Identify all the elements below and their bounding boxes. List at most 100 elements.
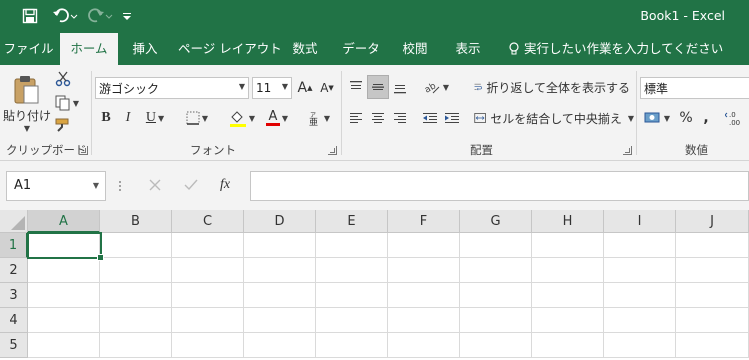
grow-font-button[interactable]: A ▲ [295, 77, 315, 99]
row-header-5[interactable]: 5 [0, 333, 28, 358]
select-all-button[interactable] [0, 210, 28, 233]
cell-f2[interactable] [388, 258, 460, 283]
cell-d3[interactable] [244, 283, 316, 308]
cell-i5[interactable] [604, 333, 676, 358]
column-header-a[interactable]: A [28, 210, 100, 233]
cell-a3[interactable] [28, 283, 100, 308]
cell-f4[interactable] [388, 308, 460, 333]
decrease-indent-button[interactable] [420, 107, 440, 129]
align-right-button[interactable] [390, 107, 410, 129]
cancel-entry-icon[interactable] [148, 178, 162, 195]
cell-b1[interactable] [100, 233, 172, 258]
save-icon[interactable] [20, 6, 40, 26]
align-center-button[interactable] [368, 107, 388, 129]
resize-handle-icon[interactable] [118, 179, 122, 193]
cell-e3[interactable] [316, 283, 388, 308]
cell-b3[interactable] [100, 283, 172, 308]
formula-input[interactable] [250, 171, 749, 201]
italic-button[interactable]: I [118, 107, 138, 129]
tab-insert[interactable]: 挿入 [122, 33, 168, 65]
underline-button[interactable]: U ▼ [140, 107, 170, 129]
row-header-3[interactable]: 3 [0, 283, 28, 308]
font-name-combo[interactable]: 游ゴシック ▼ [95, 77, 249, 99]
cell-h4[interactable] [532, 308, 604, 333]
tab-view[interactable]: 表示 [448, 33, 488, 65]
cell-h5[interactable] [532, 333, 604, 358]
column-header-j[interactable]: J [676, 210, 749, 233]
increase-indent-button[interactable] [442, 107, 462, 129]
align-middle-button[interactable] [367, 75, 389, 99]
alignment-launcher-icon[interactable] [623, 146, 632, 155]
cell-j3[interactable] [676, 283, 749, 308]
cell-d4[interactable] [244, 308, 316, 333]
cell-j5[interactable] [676, 333, 749, 358]
format-painter-button[interactable] [52, 115, 74, 135]
tab-file[interactable]: ファイル [0, 33, 57, 65]
cell-i4[interactable] [604, 308, 676, 333]
tell-me-box[interactable]: 実行したい作業を入力してください [508, 33, 723, 65]
cell-c3[interactable] [172, 283, 244, 308]
cell-g5[interactable] [460, 333, 532, 358]
cell-b5[interactable] [100, 333, 172, 358]
number-format-combo[interactable]: 標準 [640, 77, 749, 99]
align-top-button[interactable] [346, 75, 366, 99]
cell-h3[interactable] [532, 283, 604, 308]
insert-function-button[interactable]: fx [220, 177, 230, 193]
cell-c5[interactable] [172, 333, 244, 358]
cell-d1[interactable] [244, 233, 316, 258]
tab-review[interactable]: 校閲 [396, 33, 434, 65]
customize-qat-icon[interactable] [120, 6, 134, 26]
cell-g3[interactable] [460, 283, 532, 308]
cell-i2[interactable] [604, 258, 676, 283]
cell-g1[interactable] [460, 233, 532, 258]
active-cell-a1[interactable] [27, 232, 104, 261]
merge-center-button[interactable]: セルを結合して中央揃え ▼ [474, 107, 634, 129]
cell-h1[interactable] [532, 233, 604, 258]
borders-button[interactable]: ▼ [182, 107, 212, 129]
row-header-2[interactable]: 2 [0, 258, 28, 283]
cell-e4[interactable] [316, 308, 388, 333]
orientation-button[interactable]: ab ▼ [420, 75, 452, 99]
column-header-g[interactable]: G [460, 210, 532, 233]
cell-c4[interactable] [172, 308, 244, 333]
font-launcher-icon[interactable] [328, 146, 337, 155]
column-header-b[interactable]: B [100, 210, 172, 233]
redo-icon[interactable] [86, 6, 114, 26]
cell-e1[interactable] [316, 233, 388, 258]
phonetic-button[interactable]: ア亜 ▼ [304, 107, 334, 129]
increase-decimal-button[interactable]: .0.00 [724, 107, 749, 129]
align-left-button[interactable] [346, 107, 366, 129]
cell-a5[interactable] [28, 333, 100, 358]
cell-i1[interactable] [604, 233, 676, 258]
cell-e5[interactable] [316, 333, 388, 358]
bold-button[interactable]: B [96, 107, 116, 129]
column-header-d[interactable]: D [244, 210, 316, 233]
cell-f5[interactable] [388, 333, 460, 358]
cell-e2[interactable] [316, 258, 388, 283]
confirm-entry-icon[interactable] [184, 178, 198, 195]
shrink-font-button[interactable]: A ▼ [317, 77, 337, 99]
cell-g2[interactable] [460, 258, 532, 283]
cell-b4[interactable] [100, 308, 172, 333]
row-header-4[interactable]: 4 [0, 308, 28, 333]
cell-a4[interactable] [28, 308, 100, 333]
cell-f3[interactable] [388, 283, 460, 308]
accounting-format-button[interactable]: ▼ [640, 107, 674, 129]
column-header-h[interactable]: H [532, 210, 604, 233]
name-box[interactable]: A1 ▼ [6, 171, 106, 201]
align-bottom-button[interactable] [390, 75, 410, 99]
tab-data[interactable]: データ [336, 33, 386, 65]
cell-i3[interactable] [604, 283, 676, 308]
cell-b2[interactable] [100, 258, 172, 283]
column-header-e[interactable]: E [316, 210, 388, 233]
cell-d2[interactable] [244, 258, 316, 283]
cell-c2[interactable] [172, 258, 244, 283]
cell-h2[interactable] [532, 258, 604, 283]
cell-d5[interactable] [244, 333, 316, 358]
copy-button[interactable]: ▼ [52, 93, 82, 113]
cell-j4[interactable] [676, 308, 749, 333]
cell-g4[interactable] [460, 308, 532, 333]
comma-style-button[interactable]: , [698, 107, 714, 129]
column-header-c[interactable]: C [172, 210, 244, 233]
tab-page-layout[interactable]: ページ レイアウト [178, 33, 282, 65]
